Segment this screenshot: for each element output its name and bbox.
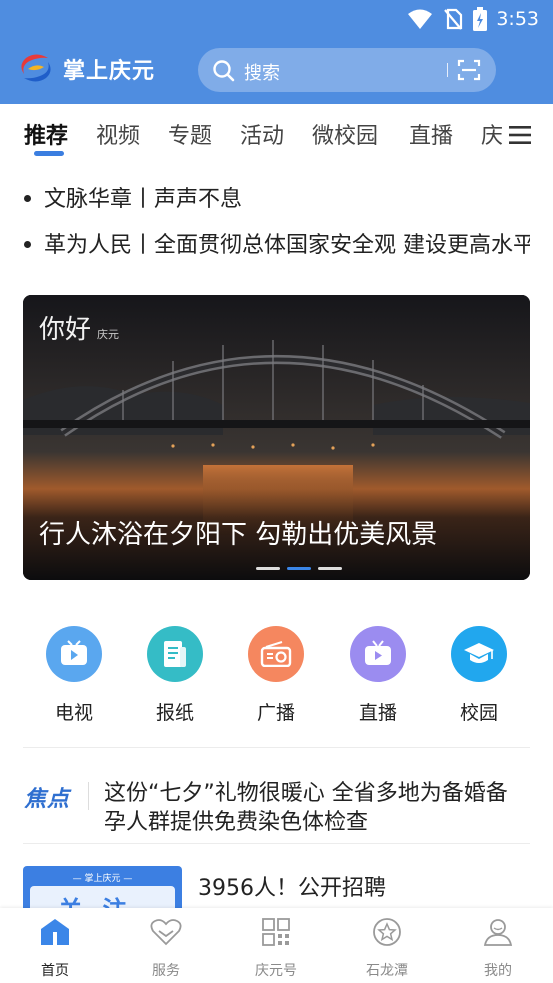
- bullet-dot: [24, 241, 31, 248]
- quick-link-label: 校园: [459, 702, 498, 724]
- home-icon: [15, 916, 95, 948]
- star-circle-icon: [347, 916, 427, 948]
- tab-topics[interactable]: 专题: [168, 118, 212, 150]
- nav-mine[interactable]: 我的: [458, 916, 538, 980]
- focus-headline[interactable]: 这份“七夕”礼物很暖心 全省多地为备婚备孕人群提供免费染色体检查: [104, 779, 524, 837]
- radio-icon: [248, 626, 304, 682]
- tab-live[interactable]: 直播: [409, 118, 453, 150]
- status-bar: 3:53: [0, 0, 553, 38]
- news-thumb-card: 关注: [30, 886, 175, 910]
- search-icon: [213, 60, 235, 82]
- tab-video[interactable]: 视频: [96, 118, 140, 150]
- menu-icon[interactable]: [509, 126, 531, 144]
- user-icon: [458, 916, 538, 948]
- news-thumbnail[interactable]: — 掌上庆元 — 关注: [23, 866, 182, 910]
- nav-label: 服务: [152, 963, 180, 979]
- tab-qing[interactable]: 庆: [481, 118, 503, 150]
- scan-icon[interactable]: [457, 59, 481, 81]
- quick-link-label: 电视: [54, 702, 93, 724]
- nav-service[interactable]: 服务: [126, 916, 206, 980]
- quick-link-label: 报纸: [155, 702, 194, 724]
- banner-carousel[interactable]: 你好 庆元 行人沐浴在夕阳下 勾勒出优美风景: [23, 295, 530, 580]
- carousel-dot-active[interactable]: [287, 567, 311, 570]
- headline-item[interactable]: 革为人民丨全面贯彻总体国家安全观 建设更高水平平安中国: [24, 227, 530, 259]
- tab-recommend[interactable]: 推荐: [24, 118, 68, 150]
- live-icon: [350, 626, 406, 682]
- graduation-cap-icon: [451, 626, 507, 682]
- carousel-dot[interactable]: [256, 567, 280, 570]
- grid-icon: [236, 916, 316, 948]
- battery-charging-icon: [473, 7, 487, 31]
- nav-qingyuan-hao[interactable]: 庆元号: [236, 916, 316, 980]
- tab-active-indicator: [34, 151, 64, 156]
- nav-label: 石龙潭: [366, 963, 408, 979]
- quick-link-live[interactable]: 直播: [338, 626, 418, 725]
- news-thumb-label: — 掌上庆元 —: [72, 874, 133, 884]
- quick-link-tv[interactable]: 电视: [34, 626, 114, 725]
- search-placeholder: 搜索: [244, 63, 280, 84]
- nav-label: 我的: [484, 963, 512, 979]
- bottom-nav: 首页 服务 庆元号 石龙潭 我的: [0, 908, 553, 983]
- search-divider: [447, 63, 448, 77]
- channel-tabs: 推荐 视频 专题 活动 微校园 直播 庆: [0, 104, 553, 164]
- no-sim-icon: [444, 8, 463, 30]
- section-divider: [23, 747, 530, 748]
- news-title[interactable]: 3956人！公开招聘: [198, 870, 386, 902]
- tv-icon: [46, 626, 102, 682]
- banner-caption: 行人沐浴在夕阳下 勾勒出优美风景: [39, 520, 438, 550]
- news-thumb-text: 关注: [58, 896, 147, 910]
- app-logo-icon: [21, 54, 51, 82]
- headline-item[interactable]: 文脉华章丨声声不息: [24, 181, 530, 213]
- banner-watermark: 你好 庆元: [39, 315, 120, 345]
- headline-text: 文脉华章丨声声不息: [44, 187, 243, 212]
- nav-label: 庆元号: [255, 963, 297, 979]
- app-header: 3:53 掌上庆元 搜索: [0, 0, 553, 104]
- nav-shilongtan[interactable]: 石龙潭: [347, 916, 427, 980]
- quick-link-label: 直播: [358, 702, 397, 724]
- carousel-dot[interactable]: [318, 567, 342, 570]
- headline-text: 革为人民丨全面贯彻总体国家安全观 建设更高水平平安中国: [44, 233, 530, 258]
- tab-overflow: 庆: [481, 104, 505, 164]
- status-icons: [407, 7, 487, 31]
- section-divider: [23, 843, 530, 844]
- search-bar[interactable]: 搜索: [198, 48, 496, 92]
- quick-link-campus[interactable]: 校园: [439, 626, 519, 725]
- app-title: 掌上庆元: [63, 59, 156, 84]
- status-time: 3:53: [496, 8, 539, 30]
- tab-activities[interactable]: 活动: [240, 118, 284, 150]
- wifi-icon: [408, 9, 432, 29]
- bullet-dot: [24, 195, 31, 202]
- nav-home[interactable]: 首页: [15, 916, 95, 980]
- focus-tag: 焦点: [24, 787, 71, 812]
- nav-label: 首页: [41, 963, 69, 979]
- heart-icon: [126, 916, 206, 948]
- quick-link-newspaper[interactable]: 报纸: [135, 626, 215, 725]
- newspaper-icon: [147, 626, 203, 682]
- quick-link-radio[interactable]: 广播: [236, 626, 316, 725]
- focus-separator: [88, 782, 89, 810]
- quick-link-label: 广播: [256, 702, 295, 724]
- carousel-indicators: [256, 567, 342, 570]
- tab-micro-campus[interactable]: 微校园: [312, 118, 378, 150]
